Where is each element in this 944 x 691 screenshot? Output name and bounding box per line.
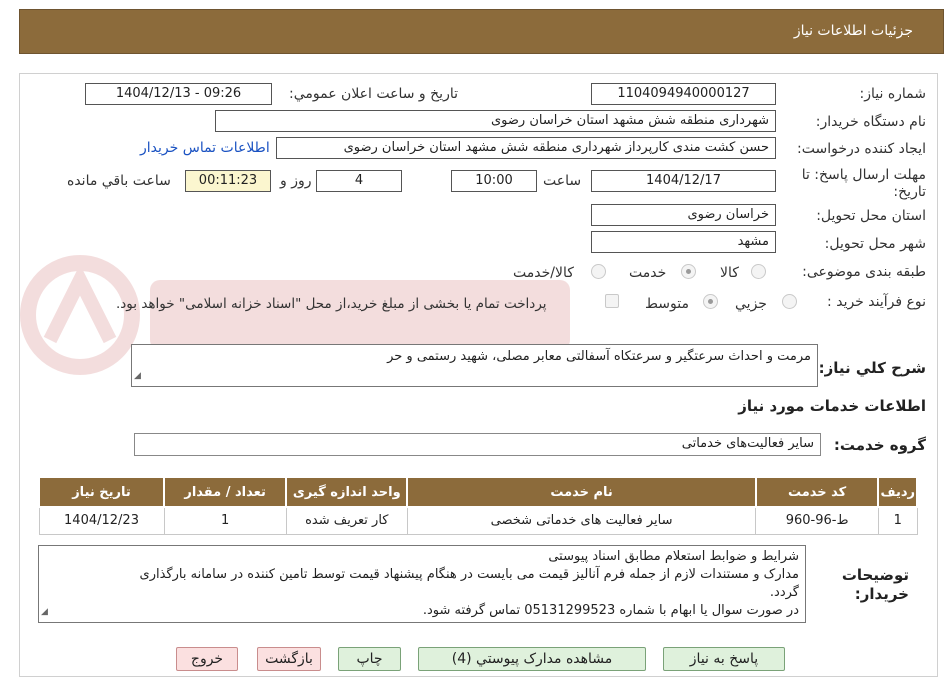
province-field: خراسان رضوی	[591, 204, 776, 226]
buyer-note-line: در صورت سوال یا ابهام با شماره 051312995…	[422, 603, 799, 618]
treasury-note: پرداخت تمام یا بخشی از مبلغ خرید،از محل …	[116, 296, 547, 312]
deadline-days-label: روز و	[280, 173, 312, 189]
deadline-time-field: 10:00	[451, 170, 537, 192]
process-label-medium: متوسط	[645, 296, 689, 312]
remaining-time-field: 00:11:23	[185, 170, 271, 192]
table-row: 1 ط-96-960 سایر فعالیت های خدماتی شخصی ک…	[38, 506, 918, 535]
services-section-title: اطلاعات خدمات مورد نياز	[738, 397, 926, 415]
remaining-time-label: ساعت باقي مانده	[67, 173, 171, 189]
back-button[interactable]: بازگشت	[257, 647, 321, 671]
col-need-date: تاریخ نیاز	[38, 476, 165, 508]
purchase-process-label: نوع فرآیند خرید :	[827, 294, 926, 310]
process-label-minor: جزيي	[735, 296, 767, 312]
cell-service-code: ط-96-960	[755, 506, 879, 535]
col-service-code: کد خدمت	[754, 476, 880, 508]
description-label: شرح کلي نياز:	[818, 359, 926, 377]
province-label: استان محل تحویل:	[816, 208, 926, 224]
buyer-notes-label-2: خریدار:	[854, 585, 909, 603]
page-header: جزئیات اطلاعات نیاز	[19, 9, 944, 54]
announce-datetime-field: 1404/12/13 - 09:26	[85, 83, 272, 105]
requester-label: ایجاد کننده درخواست:	[797, 141, 926, 157]
category-radio-goods[interactable]	[751, 264, 766, 279]
deadline-label: مهلت ارسال پاسخ: تا	[801, 167, 926, 183]
page-title: جزئیات اطلاعات نیاز	[793, 23, 913, 39]
cell-unit: کار تعریف شده	[285, 506, 408, 535]
buyer-note-line: شرایط و ضوابط استعلام مطابق اسناد پیوستی	[548, 549, 799, 564]
buyer-notes-textarea[interactable]: شرایط و ضوابط استعلام مطابق اسناد پیوستی…	[38, 545, 806, 623]
need-number-label: شماره نیاز:	[859, 86, 927, 102]
deadline-time-label: ساعت	[543, 173, 582, 189]
col-quantity: تعداد / مقدار	[162, 476, 288, 508]
exit-button[interactable]: خروج	[176, 647, 238, 671]
services-table: رديف کد خدمت نام خدمت واحد اندازه گیری ت…	[38, 476, 918, 535]
respond-button[interactable]: پاسخ به نیاز	[663, 647, 785, 671]
buyer-org-field: شهرداری منطقه شش مشهد استان خراسان رضوی	[215, 110, 776, 132]
description-text: مرمت و احداث سرعتگیر و سرعتکاه آسفالتی م…	[387, 349, 811, 364]
buyer-org-label: نام دستگاه خریدار:	[815, 114, 926, 130]
need-number-field: 1104094940000127	[591, 83, 776, 105]
cell-row-number: 1	[877, 506, 918, 535]
category-radio-service[interactable]	[681, 264, 696, 279]
category-radio-goods-service[interactable]	[591, 264, 606, 279]
city-field: مشهد	[591, 231, 776, 253]
city-label: شهر محل تحویل:	[824, 236, 926, 252]
col-row-number: رديف	[877, 476, 918, 508]
deadline-date-field: 1404/12/17	[591, 170, 776, 192]
buyer-note-line: مدارک و مستندات لازم از جمله فرم آنالیز …	[139, 567, 799, 582]
cell-need-date: 1404/12/23	[38, 506, 165, 535]
resize-handle-icon[interactable]: ◢	[134, 367, 141, 385]
col-unit: واحد اندازه گیری	[285, 476, 409, 508]
resize-handle-icon[interactable]: ◢	[41, 603, 48, 621]
process-radio-minor[interactable]	[782, 294, 797, 309]
deadline-label-date: تاریخ:	[893, 184, 926, 200]
cell-quantity: 1	[163, 506, 287, 535]
category-label-goods: کالا	[720, 265, 739, 281]
buyer-note-line: گردد.	[769, 585, 799, 600]
category-label: طبقه بندی موضوعی:	[802, 264, 926, 280]
requester-field: حسن کشت مندی کارپرداز شهرداری منطقه شش م…	[276, 137, 776, 159]
services-table-header: رديف کد خدمت نام خدمت واحد اندازه گیری ت…	[38, 476, 918, 508]
category-label-service: خدمت	[629, 265, 667, 281]
attachments-button[interactable]: مشاهده مدارک پیوستي (4)	[418, 647, 646, 671]
category-label-goods-service: کالا/خدمت	[513, 265, 574, 281]
process-radio-medium[interactable]	[703, 294, 718, 309]
service-group-field: سایر فعالیت‌های خدماتی	[134, 433, 821, 456]
print-button[interactable]: چاپ	[338, 647, 401, 671]
announce-datetime-label: تاریخ و ساعت اعلان عمومي:	[289, 86, 458, 102]
col-service-name: نام خدمت	[406, 476, 757, 508]
deadline-days-field: 4	[316, 170, 402, 192]
buyer-notes-label: توضیحات	[841, 566, 909, 584]
description-textarea[interactable]: مرمت و احداث سرعتگیر و سرعتکاه آسفالتی م…	[131, 344, 818, 387]
service-group-label: گروه خدمت:	[833, 436, 926, 454]
treasury-checkbox[interactable]	[605, 294, 619, 308]
buyer-contact-link[interactable]: اطلاعات تماس خریدار	[140, 140, 270, 156]
cell-service-name: سایر فعالیت های خدماتی شخصی	[406, 506, 757, 535]
